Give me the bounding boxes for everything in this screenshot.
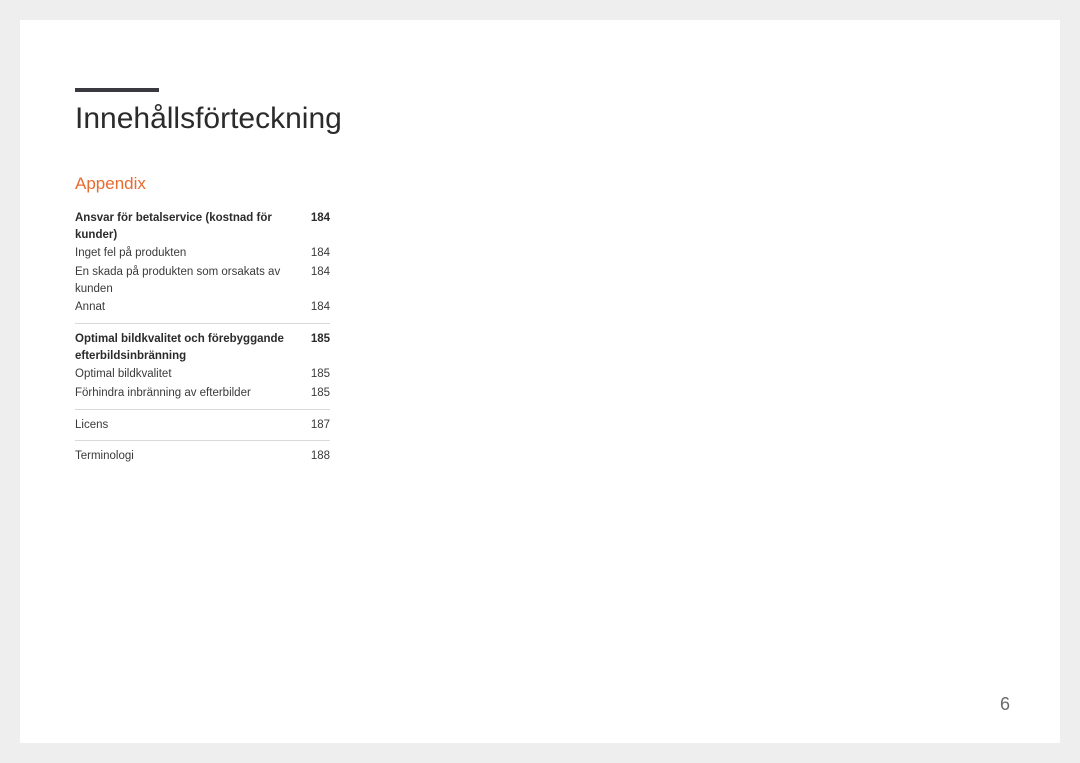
toc-entry[interactable]: Förhindra inbränning av efterbilder 185 [75,385,330,402]
toc-entry[interactable]: Licens 187 [75,417,330,434]
toc-entry-label: Ansvar för betalservice (kostnad för kun… [75,210,305,243]
toc-entry-label: Förhindra inbränning av efterbilder [75,385,305,402]
toc-entry-label: En skada på produkten som orsakats av ku… [75,264,305,297]
toc-separator [75,409,330,410]
accent-bar [75,88,159,92]
toc-entry-page: 184 [311,210,330,227]
toc-entry[interactable]: Inget fel på produkten 184 [75,245,330,262]
toc-entry-page: 187 [311,417,330,434]
toc-entry[interactable]: Optimal bildkvalitet 185 [75,366,330,383]
document-page: Innehållsförteckning Appendix Ansvar för… [20,20,1060,743]
toc-entry-page: 185 [311,385,330,402]
toc-entry-label: Optimal bildkvalitet och förebyggande ef… [75,331,305,364]
toc-entry-label: Terminologi [75,448,305,465]
toc-separator [75,440,330,441]
toc-entry[interactable]: Annat 184 [75,299,330,316]
toc-entry-label: Licens [75,417,305,434]
page-title: Innehållsförteckning [75,102,1005,136]
toc-entry[interactable]: Ansvar för betalservice (kostnad för kun… [75,210,330,243]
toc-column: Ansvar för betalservice (kostnad för kun… [75,210,330,465]
toc-entry-page: 185 [311,366,330,383]
toc-entry-label: Optimal bildkvalitet [75,366,305,383]
toc-entry-page: 184 [311,245,330,262]
toc-entry-page: 184 [311,264,330,281]
toc-entry-page: 185 [311,331,330,348]
section-title: Appendix [75,174,1005,194]
toc-entry-page: 184 [311,299,330,316]
toc-entry-page: 188 [311,448,330,465]
toc-entry[interactable]: Optimal bildkvalitet och förebyggande ef… [75,331,330,364]
page-number: 6 [1000,694,1010,715]
toc-separator [75,323,330,324]
toc-entry[interactable]: Terminologi 188 [75,448,330,465]
toc-entry-label: Inget fel på produkten [75,245,305,262]
toc-entry-label: Annat [75,299,305,316]
toc-entry[interactable]: En skada på produkten som orsakats av ku… [75,264,330,297]
